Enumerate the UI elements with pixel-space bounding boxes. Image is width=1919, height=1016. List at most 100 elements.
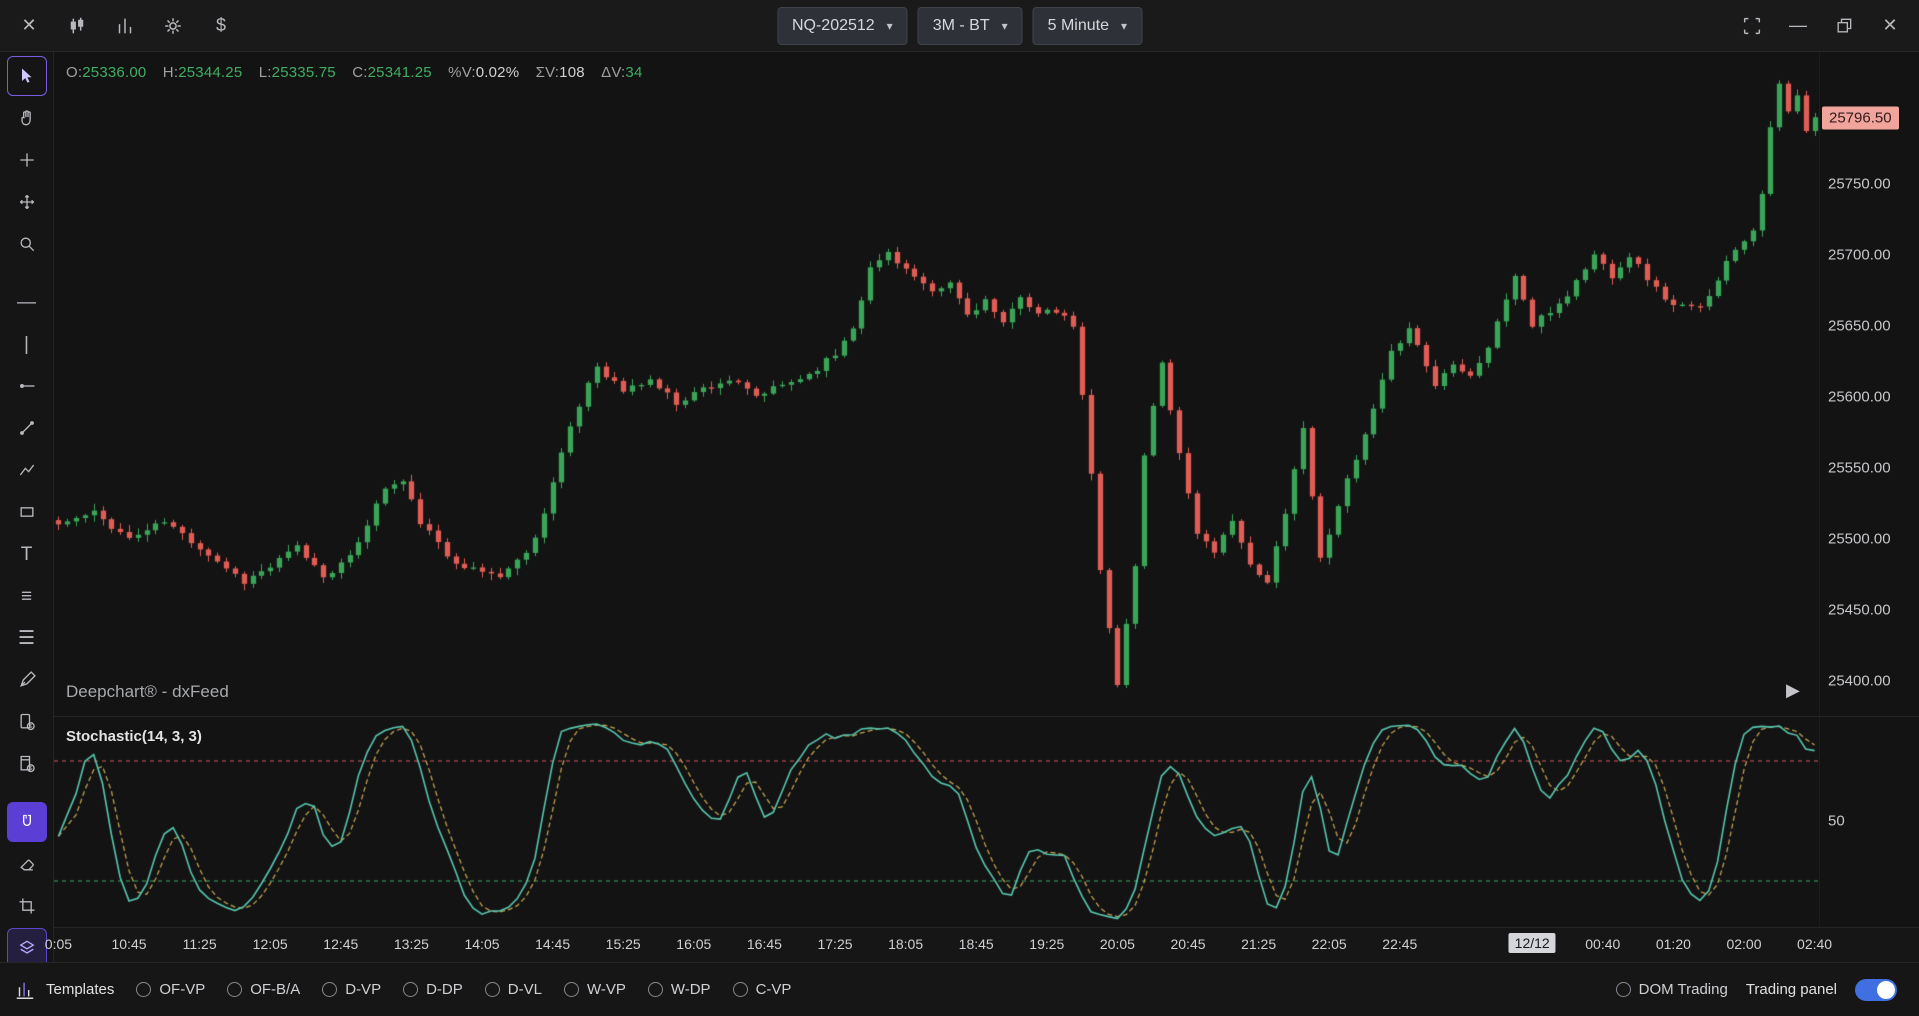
time-label: 13:25 [393,936,429,952]
time-label: 19:25 [1029,936,1065,952]
template-option-w-vp[interactable]: W-VP [563,981,626,998]
settings-gear-icon[interactable] [154,7,192,45]
pen-tool[interactable] [7,660,47,700]
price-tick: 25450.00 [1828,601,1891,619]
horizontal-line-tool[interactable]: — [7,282,47,322]
crop-tool[interactable] [7,886,47,926]
template-option-label: W-DP [670,981,711,998]
pan-hand-tool[interactable] [7,98,47,138]
time-label-date: 12/12 [1508,933,1556,953]
template-option-of-vp[interactable]: OF-VP [136,981,205,998]
time-label: 12:45 [323,936,359,952]
drawing-tool-rail: — | T ≡ ☰ $ $ [0,52,54,968]
template-option-label: C-VP [755,981,792,998]
radio-icon [227,982,243,997]
template-option-label: W-VP [586,981,626,998]
chevron-down-icon: ▾ [886,19,893,33]
last-price-tag: 25796.50 [1822,106,1899,130]
price-tick: 25750.00 [1828,175,1891,193]
templates-button[interactable]: Templates [14,979,114,1001]
window-controls: — ✕ [1733,7,1919,45]
restore-window-icon[interactable] [1825,7,1863,45]
eraser-tool[interactable] [7,844,47,884]
time-label: 11:25 [182,936,217,952]
frame-select-icon[interactable] [1733,7,1771,45]
templates-label: Templates [46,981,115,998]
trading-panel-label: Trading panel [1745,981,1837,998]
parallel-lines-tool[interactable]: ≡ [7,576,47,616]
rectangle-tool[interactable] [7,492,47,532]
ohlc-open-value: 25336.00 [82,64,147,81]
ohlc-close-value: 25341.25 [367,64,432,81]
templates-icon [16,982,34,999]
bar-chart-icon[interactable] [106,7,144,45]
time-label: 16:05 [676,936,712,952]
ohlc-open-label: O: [66,64,83,81]
radio-icon [136,982,152,997]
template-option-d-vp[interactable]: D-VP [322,981,381,998]
short-position-tool[interactable]: $ [7,744,47,784]
crosshair-tool[interactable] [7,140,47,180]
time-label: 00:40 [1585,936,1621,952]
ohlc-close-label: C: [352,64,368,81]
zoom-tool[interactable] [7,224,47,264]
chart-watermark: Deepchart® - dxFeed [66,682,229,701]
time-label: 16:45 [746,936,782,952]
time-label: 02:00 [1726,936,1762,952]
trading-app-window: ✕ $ NQ-202512 ▾ 3M - BT ▾ 5 Minute ▾ — ✕… [0,0,1919,1016]
range-dropdown[interactable]: 3M - BT ▾ [917,7,1023,45]
long-position-tool[interactable]: $ [7,702,47,742]
time-label: 18:45 [958,936,994,952]
close-icon[interactable]: ✕ [10,7,48,45]
magnet-tool[interactable] [6,802,47,842]
price-axis[interactable]: 25750.00 25700.00 25650.00 25600.00 25550.00… [1819,52,1919,928]
trend-line-tool[interactable] [7,408,47,448]
time-label: 14:45 [535,936,571,952]
dom-trading-radio[interactable]: DOM Trading [1615,981,1728,998]
candle-chart-type-icon[interactable] [58,7,96,45]
template-option-label: D-VP [345,981,382,998]
lines-list-tool[interactable]: ☰ [7,618,47,658]
template-option-d-dp[interactable]: D-DP [403,981,463,998]
time-label: 17:25 [817,936,853,952]
symbol-dropdown[interactable]: NQ-202512 ▾ [776,7,908,45]
time-axis[interactable]: 0:05 10:45 11:25 12:05 12:45 13:25 14:05 14:45 1… [45,928,1919,962]
time-label: 14:05 [464,936,500,952]
play-button[interactable]: ▶ [1786,680,1800,701]
horizontal-ray-tool[interactable] [7,366,47,406]
price-tick: 25700.00 [1828,246,1891,264]
time-label: 10:45 [111,936,147,952]
topbar-dropdowns: NQ-202512 ▾ 3M - BT ▾ 5 Minute ▾ [776,7,1143,45]
template-options: OF-VP OF-B/A D-VP D-DP D-VL W-VP W-DP C-VP [136,981,791,998]
close-window-icon[interactable]: ✕ [1871,7,1909,45]
time-label: 21:25 [1241,936,1277,952]
time-label: 0:05 [44,936,73,952]
radio-icon [403,982,419,997]
radio-icon [322,982,338,997]
stochastic-axis-label: 50 [1828,812,1845,830]
minimize-icon[interactable]: — [1779,7,1817,45]
price-chart-canvas[interactable] [54,52,1819,716]
time-label: 12:05 [252,936,288,952]
ohlc-low-value: 25335.75 [271,64,336,81]
stochastic-canvas[interactable] [54,717,1819,927]
sum-volume-value: 108 [559,64,585,81]
text-tool[interactable]: T [7,534,47,574]
template-option-c-vp[interactable]: C-VP [732,981,792,998]
template-option-w-dp[interactable]: W-DP [647,981,711,998]
stochastic-label: Stochastic(14, 3, 3) [66,728,202,745]
sum-volume-label: ΣV: [535,64,560,81]
dollar-icon[interactable]: $ [202,7,240,45]
vertical-line-tool[interactable]: | [7,324,47,364]
pointer-tool[interactable] [6,56,47,96]
chart-area: O:25336.00 H:25344.25 L:25335.75 C:25341… [45,52,1919,962]
template-option-of-b-a[interactable]: OF-B/A [227,981,300,998]
delta-volume-label: ΔV: [601,64,626,81]
template-option-d-vl[interactable]: D-VL [484,981,542,998]
interval-dropdown[interactable]: 5 Minute ▾ [1032,7,1143,45]
move-tool[interactable] [7,182,47,222]
trading-panel-toggle[interactable] [1855,978,1897,1001]
topbar-left-icons: ✕ $ [0,7,240,45]
polyline-tool[interactable] [7,450,47,490]
price-tick: 25400.00 [1828,672,1891,690]
